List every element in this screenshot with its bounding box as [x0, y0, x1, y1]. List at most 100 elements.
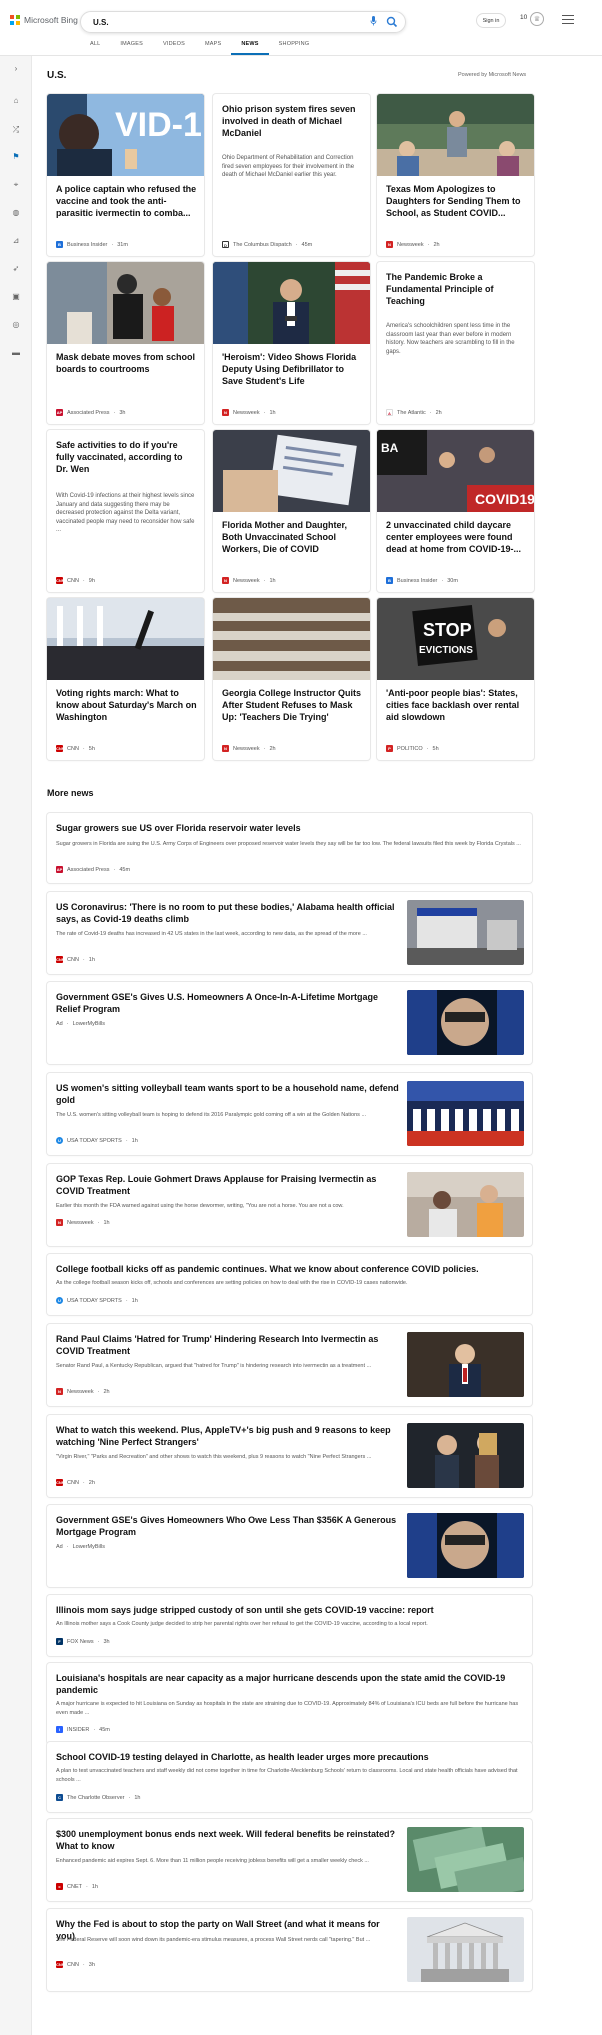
article-title[interactable]: Louisiana's hospitals are near capacity …: [56, 1672, 521, 1696]
ad-source[interactable]: Ad · LowerMyBills: [56, 1544, 105, 1550]
article-source[interactable]: I INSIDER · 45m: [56, 1726, 110, 1733]
news-card[interactable]: The Pandemic Broke a Fundamental Princip…: [377, 262, 534, 424]
flag-icon[interactable]: ⚑: [10, 152, 22, 162]
tab-maps[interactable]: MAPS: [195, 39, 231, 55]
article-source[interactable]: CNN CNN · 1h: [56, 956, 95, 963]
article-title[interactable]: Safe activities to do if you're fully va…: [56, 439, 197, 475]
news-list-item[interactable]: College football kicks off as pandemic c…: [47, 1254, 532, 1315]
article-title[interactable]: Voting rights march: What to know about …: [56, 687, 197, 723]
article-title[interactable]: Georgia College Instructor Quits After S…: [222, 687, 363, 723]
article-title[interactable]: College football kicks off as pandemic c…: [56, 1263, 521, 1275]
news-card[interactable]: Florida Mother and Daughter, Both Unvacc…: [213, 430, 370, 592]
article-source[interactable]: N Newsweek · 2h: [56, 1388, 110, 1395]
search-box[interactable]: U.S.: [80, 11, 406, 33]
news-list-item[interactable]: Why the Fed is about to stop the party o…: [47, 1909, 532, 1991]
tab-shopping[interactable]: SHOPPING: [269, 39, 320, 55]
news-list-item[interactable]: US women's sitting volleyball team wants…: [47, 1073, 532, 1155]
menu-icon[interactable]: [562, 15, 574, 27]
article-title[interactable]: Rand Paul Claims 'Hatred for Trump' Hind…: [56, 1333, 401, 1357]
article-source[interactable]: c CNET · 1h: [56, 1883, 98, 1890]
news-card[interactable]: Safe activities to do if you're fully va…: [47, 430, 204, 592]
article-source[interactable]: N Newsweek · 1h: [222, 577, 276, 584]
article-source[interactable]: N Newsweek · 1h: [56, 1219, 110, 1226]
article-source[interactable]: CNN CNN · 5h: [56, 745, 95, 752]
news-card[interactable]: Mask debate moves from school boards to …: [47, 262, 204, 424]
news-list-item[interactable]: GOP Texas Rep. Louie Gohmert Draws Appla…: [47, 1164, 532, 1246]
article-title[interactable]: $300 unemployment bonus ends next week. …: [56, 1828, 401, 1852]
article-title[interactable]: US women's sitting volleyball team wants…: [56, 1082, 401, 1106]
article-title[interactable]: 'Heroism': Video Shows Florida Deputy Us…: [222, 351, 363, 387]
article-title[interactable]: GOP Texas Rep. Louie Gohmert Draws Appla…: [56, 1173, 401, 1197]
tab-images[interactable]: IMAGES: [110, 39, 153, 55]
news-card[interactable]: 'Heroism': Video Shows Florida Deputy Us…: [213, 262, 370, 424]
search-input[interactable]: U.S.: [93, 18, 109, 27]
article-title[interactable]: What to watch this weekend. Plus, AppleT…: [56, 1424, 401, 1448]
ad-list-item[interactable]: Government GSE's Gives U.S. Homeowners A…: [47, 982, 532, 1064]
article-source[interactable]: B Business Insider · 30m: [386, 577, 458, 584]
money-icon[interactable]: ▬: [10, 348, 22, 358]
article-title[interactable]: 2 unvaccinated child daycare center empl…: [386, 519, 527, 555]
news-list-item[interactable]: Sugar growers sue US over Florida reserv…: [47, 813, 532, 883]
film-icon[interactable]: ▣: [10, 292, 22, 302]
article-title[interactable]: 'Anti-poor people bias': States, cities …: [386, 687, 527, 723]
article-source[interactable]: F FOX News · 3h: [56, 1638, 110, 1645]
article-source[interactable]: CNN CNN · 9h: [56, 577, 95, 584]
rewards-trophy-icon[interactable]: ♕: [530, 12, 544, 26]
chart-icon[interactable]: ⊿: [10, 236, 22, 246]
article-title[interactable]: A police captain who refused the vaccine…: [56, 183, 197, 219]
article-source[interactable]: N Newsweek · 2h: [222, 745, 276, 752]
article-source[interactable]: CNN CNN · 3h: [56, 1961, 95, 1968]
article-title[interactable]: Florida Mother and Daughter, Both Unvacc…: [222, 519, 363, 555]
news-card[interactable]: Ohio prison system fires seven involved …: [213, 94, 370, 256]
globe-icon[interactable]: ◍: [10, 208, 22, 218]
ad-list-item[interactable]: Government GSE's Gives Homeowners Who Ow…: [47, 1505, 532, 1587]
news-list-item[interactable]: What to watch this weekend. Plus, AppleT…: [47, 1415, 532, 1497]
news-list-item[interactable]: US Coronavirus: 'There is no room to put…: [47, 892, 532, 974]
search-icon[interactable]: [386, 15, 398, 28]
article-source[interactable]: B Business Insider · 31m: [56, 241, 128, 248]
sports-icon[interactable]: ◎: [10, 320, 22, 330]
article-source[interactable]: N Newsweek · 1h: [222, 409, 276, 416]
rocket-icon[interactable]: ➶: [10, 264, 22, 274]
article-source[interactable]: C The Charlotte Observer · 1h: [56, 1794, 140, 1801]
article-source[interactable]: N Newsweek · 2h: [386, 241, 440, 248]
news-list-item[interactable]: Louisiana's hospitals are near capacity …: [47, 1663, 532, 1744]
home-icon[interactable]: ⌂: [10, 96, 22, 106]
news-card[interactable]: Texas Mom Apologizes to Daughters for Se…: [377, 94, 534, 256]
shuffle-icon[interactable]: ⤮: [10, 125, 22, 135]
news-card[interactable]: VID-1 A police captain who refused the v…: [47, 94, 204, 256]
article-title[interactable]: US Coronavirus: 'There is no room to put…: [56, 901, 401, 925]
article-source[interactable]: P POLITICO · 5h: [386, 745, 439, 752]
news-card[interactable]: BA COVID19 2 unvaccinated child daycare c…: [377, 430, 534, 592]
article-source[interactable]: AP Associated Press · 45m: [56, 866, 130, 873]
article-title[interactable]: Sugar growers sue US over Florida reserv…: [56, 822, 521, 834]
article-source[interactable]: A The Atlantic · 2h: [386, 409, 442, 416]
location-icon[interactable]: ⌖: [10, 180, 22, 190]
article-title[interactable]: Mask debate moves from school boards to …: [56, 351, 197, 375]
article-source[interactable]: CNN CNN · 2h: [56, 1479, 95, 1486]
article-source[interactable]: U USA TODAY SPORTS · 1h: [56, 1137, 138, 1144]
article-title[interactable]: Government GSE's Gives Homeowners Who Ow…: [56, 1514, 401, 1538]
article-title[interactable]: The Pandemic Broke a Fundamental Princip…: [386, 271, 527, 307]
tab-all[interactable]: ALL: [80, 39, 110, 55]
news-list-item[interactable]: Rand Paul Claims 'Hatred for Trump' Hind…: [47, 1324, 532, 1406]
news-list-item[interactable]: School COVID-19 testing delayed in Charl…: [47, 1742, 532, 1812]
news-card[interactable]: Voting rights march: What to know about …: [47, 598, 204, 760]
news-card[interactable]: STOP EVICTIONS 'Anti-poor people bias': S…: [377, 598, 534, 760]
sign-in-button[interactable]: Sign in: [476, 13, 506, 28]
microphone-icon[interactable]: [370, 16, 377, 28]
article-source[interactable]: D The Columbus Dispatch · 45m: [222, 241, 312, 248]
bing-logo[interactable]: Microsoft Bing: [10, 15, 78, 25]
article-title[interactable]: Texas Mom Apologizes to Daughters for Se…: [386, 183, 527, 219]
article-source[interactable]: U USA TODAY SPORTS · 1h: [56, 1297, 138, 1304]
ad-source[interactable]: Ad · LowerMyBills: [56, 1021, 105, 1027]
expand-rail-icon[interactable]: ›: [10, 64, 22, 74]
news-card[interactable]: Georgia College Instructor Quits After S…: [213, 598, 370, 760]
news-list-item[interactable]: $300 unemployment bonus ends next week. …: [47, 1819, 532, 1901]
article-title[interactable]: Illinois mom says judge stripped custody…: [56, 1604, 521, 1616]
article-title[interactable]: School COVID-19 testing delayed in Charl…: [56, 1751, 521, 1763]
article-title[interactable]: Government GSE's Gives U.S. Homeowners A…: [56, 991, 401, 1015]
tab-videos[interactable]: VIDEOS: [153, 39, 195, 55]
rewards-count[interactable]: 10: [520, 14, 527, 21]
article-title[interactable]: Ohio prison system fires seven involved …: [222, 103, 363, 139]
